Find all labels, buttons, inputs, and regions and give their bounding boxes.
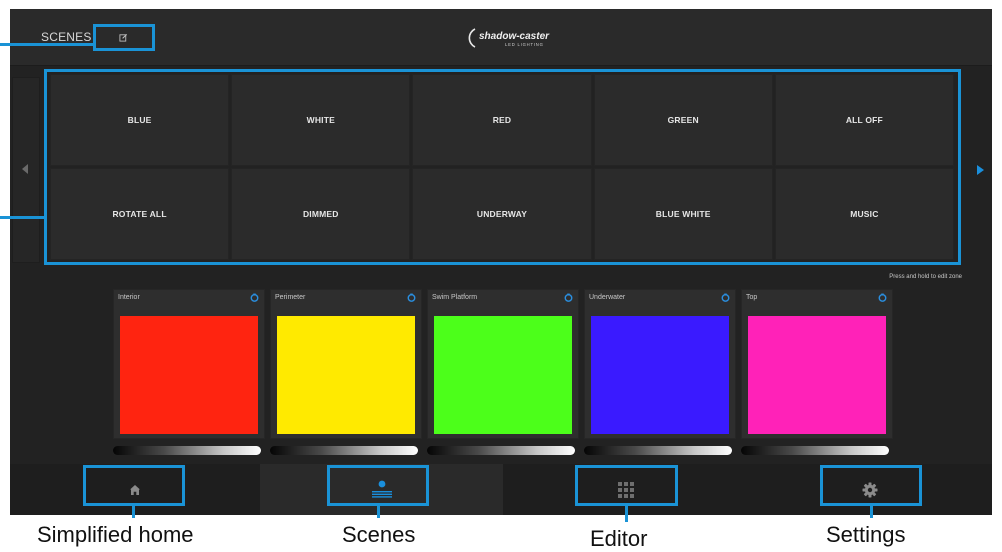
scene-tile[interactable]: UNDERWAY — [412, 168, 592, 260]
zone-link-icon[interactable] — [250, 293, 259, 302]
zone-name: Interior — [118, 294, 140, 301]
edit-scenes-button[interactable] — [94, 26, 152, 48]
zone-card[interactable]: Interior — [113, 289, 265, 439]
zone-card[interactable]: Top — [741, 289, 893, 439]
zone-name: Swim Platform — [432, 294, 478, 301]
zone-name: Top — [746, 294, 758, 301]
scenes-icon — [371, 480, 392, 498]
chevron-right-icon[interactable] — [977, 165, 984, 175]
zone-color-swatch[interactable] — [591, 316, 729, 434]
gear-icon — [862, 482, 878, 497]
top-bar: SCENES shadow-caster LED LIGHTING — [10, 9, 992, 66]
scene-label: UNDERWAY — [476, 209, 528, 219]
scene-tile[interactable]: MUSIC — [774, 168, 954, 260]
scene-label: MUSIC — [850, 209, 879, 219]
scene-tile[interactable]: ALL OFF — [774, 74, 954, 166]
zone-name: Perimeter — [275, 294, 306, 301]
zone-color-swatch[interactable] — [434, 316, 572, 434]
zone-brightness-slider[interactable] — [741, 446, 889, 455]
zone-brightness-slider[interactable] — [270, 446, 418, 455]
caption-scenes: Scenes — [342, 522, 416, 547]
scene-tile[interactable]: ROTATE ALL — [50, 168, 230, 260]
zone-list: Interior Perimeter Swim Platform Underwater… — [113, 289, 893, 439]
chevron-left-icon[interactable] — [22, 164, 28, 174]
scene-tile[interactable]: DIMMED — [231, 168, 411, 260]
nav-settings[interactable] — [748, 464, 992, 515]
scene-grid: BLUE WHITE RED GREEN ALL OFF ROTATE ALL DIMMED… — [48, 72, 956, 262]
zone-color-swatch[interactable] — [120, 316, 258, 434]
nav-scenes[interactable] — [260, 464, 503, 515]
scene-tile[interactable]: RED — [412, 74, 592, 166]
scene-tile[interactable]: BLUE — [50, 74, 230, 166]
zone-card[interactable]: Swim Platform — [427, 289, 579, 439]
scene-label: ALL OFF — [845, 115, 883, 125]
caption-editor: Editor — [590, 526, 648, 551]
scene-label: RED — [492, 115, 512, 125]
logo-subtext: LED LIGHTING — [505, 42, 544, 47]
nav-editor[interactable] — [503, 464, 748, 515]
logo-text: shadow-caster — [479, 31, 550, 42]
screenshot: SCENES shadow-caster LED LIGHTING BLUE WH — [0, 0, 1002, 551]
scene-label: BLUE WHITE — [655, 209, 711, 219]
caption-simplified-home: Simplified home — [37, 522, 194, 547]
zone-name: Underwater — [589, 294, 626, 301]
scene-tile[interactable]: BLUE WHITE — [593, 168, 773, 260]
logo-graphic: shadow-caster LED LIGHTING — [468, 28, 550, 48]
scene-label: DIMMED — [302, 209, 339, 219]
page-title: SCENES — [41, 30, 92, 44]
edit-icon — [118, 33, 127, 42]
home-icon — [130, 484, 140, 495]
scene-label: BLUE — [127, 115, 152, 125]
zone-link-icon[interactable] — [564, 293, 573, 302]
zone-link-icon[interactable] — [407, 293, 416, 302]
scene-pager-left[interactable] — [12, 77, 40, 263]
scene-tile[interactable]: WHITE — [231, 74, 411, 166]
app-window: SCENES shadow-caster LED LIGHTING BLUE WH — [10, 9, 992, 515]
bottom-nav — [10, 464, 992, 515]
zone-color-swatch[interactable] — [748, 316, 886, 434]
grid-icon — [617, 481, 634, 498]
scene-label: ROTATE ALL — [112, 209, 167, 219]
edit-zone-hint: Press and hold to edit zone — [889, 274, 962, 280]
zone-card[interactable]: Underwater — [584, 289, 736, 439]
nav-home[interactable] — [10, 464, 260, 515]
zone-card[interactable]: Perimeter — [270, 289, 422, 439]
zone-color-swatch[interactable] — [277, 316, 415, 434]
scene-tile[interactable]: GREEN — [593, 74, 773, 166]
scene-label: WHITE — [306, 115, 335, 125]
caption-settings: Settings — [826, 522, 906, 547]
zone-brightness-slider[interactable] — [113, 446, 261, 455]
zone-brightness-slider[interactable] — [584, 446, 732, 455]
brand-logo: shadow-caster LED LIGHTING — [465, 26, 585, 50]
zone-link-icon[interactable] — [878, 293, 887, 302]
scene-label: GREEN — [667, 115, 699, 125]
zone-link-icon[interactable] — [721, 293, 730, 302]
zone-brightness-slider[interactable] — [427, 446, 575, 455]
